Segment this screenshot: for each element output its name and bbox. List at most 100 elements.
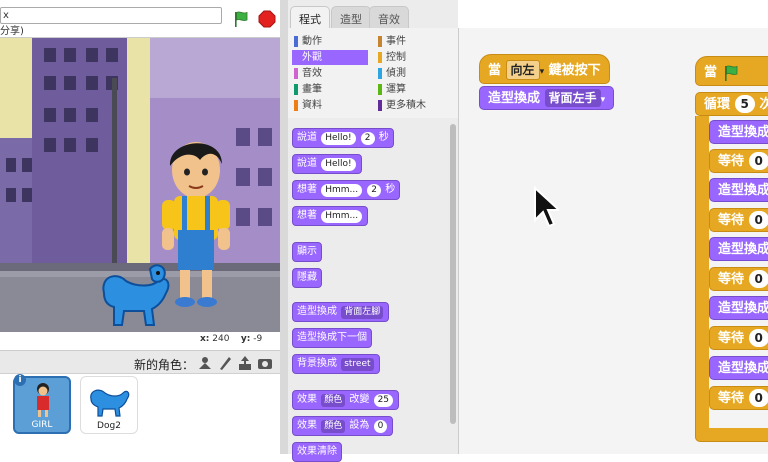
tab-sounds[interactable]: 音效 <box>369 6 409 28</box>
mouse-coordinates: x: 240 y: -9 <box>200 334 262 344</box>
sprite-pane-header: 新的角色： <box>0 350 288 374</box>
block-think-for-secs[interactable]: 想著 Hmm... 2 秒 <box>292 180 401 200</box>
switch-costume-block[interactable]: 造型換成 <box>709 120 768 144</box>
block-text: 造型換成 <box>297 306 337 317</box>
block-say[interactable]: 說道 Hello! <box>292 154 362 174</box>
block-switch-costume[interactable]: 造型換成 背面左腳 <box>292 302 390 322</box>
block-clear-effects[interactable]: 效果清除 <box>292 442 342 462</box>
camera-sprite-icon[interactable] <box>257 355 273 371</box>
block-input[interactable]: Hello! <box>321 158 356 171</box>
category-sensing[interactable]: 偵測 <box>376 66 452 81</box>
switch-costume-block[interactable]: 造型換成 背面左手 ▾ <box>479 86 615 110</box>
wait-seconds-input[interactable]: 0 <box>748 152 768 170</box>
costume-dropdown[interactable]: 背面左手 <box>544 89 601 107</box>
block-set-effect[interactable]: 效果 顏色 設為 0 <box>292 416 394 436</box>
block-text: 造型換成 <box>718 125 768 140</box>
block-say-for-secs[interactable]: 說道 Hello! 2 秒 <box>292 128 394 148</box>
switch-costume-block[interactable]: 造型換成 <box>709 296 768 320</box>
block-input[interactable]: Hmm... <box>321 210 363 223</box>
block-input[interactable]: Hello! <box>321 132 356 145</box>
tab-scripts[interactable]: 程式 <box>290 6 330 28</box>
repeat-body-end <box>695 428 768 442</box>
block-text: 想著 <box>297 210 317 221</box>
sprite-tile-dog2[interactable]: Dog2 <box>80 376 138 434</box>
block-text: 等待 <box>718 391 745 406</box>
category-more-blocks[interactable]: 更多積木 <box>376 98 452 113</box>
block-text: 等待 <box>718 331 745 346</box>
sprite-info-icon[interactable]: i <box>14 374 26 386</box>
block-text: 想著 <box>297 184 317 195</box>
upload-sprite-icon[interactable] <box>237 355 253 371</box>
category-pen[interactable]: 畫筆 <box>292 82 368 97</box>
block-text: 當 <box>488 63 502 78</box>
key-dropdown[interactable]: 向左 <box>505 60 540 80</box>
block-hide[interactable]: 隱藏 <box>292 268 322 288</box>
wait-block[interactable]: 等待 0 <box>709 386 768 410</box>
block-text: 說道 <box>297 158 317 169</box>
project-title-input[interactable]: x <box>0 7 222 24</box>
stop-icon[interactable] <box>258 10 276 28</box>
block-change-effect[interactable]: 效果 顏色 改變 25 <box>292 390 400 410</box>
stage-toolbar: x 分享) <box>0 0 288 38</box>
repeat-count-input[interactable]: 5 <box>734 95 755 113</box>
sprite-name-girl: GIRL <box>31 420 53 430</box>
dog-sprite[interactable] <box>96 263 172 329</box>
block-input[interactable]: 2 <box>367 184 381 197</box>
effect-dropdown[interactable]: 顏色 <box>321 420 346 433</box>
stage-canvas[interactable] <box>0 38 288 332</box>
block-next-costume[interactable]: 造型換成下一個 <box>292 328 372 348</box>
backdrop-dropdown[interactable]: street <box>341 358 374 371</box>
when-key-pressed-hat[interactable]: 當 向左 ▾ 鍵被按下 <box>479 54 610 84</box>
palette-scrollbar[interactable] <box>450 124 456 424</box>
block-switch-backdrop[interactable]: 背景換成 street <box>292 354 380 374</box>
wait-seconds-input[interactable]: 0 <box>748 329 768 347</box>
mouse-cursor-icon <box>534 186 559 228</box>
category-sound[interactable]: 音效 <box>292 66 368 81</box>
green-flag-icon[interactable] <box>232 10 250 28</box>
block-text: 等待 <box>718 272 745 287</box>
block-input[interactable]: 2 <box>360 132 375 145</box>
sprite-name-dog2: Dog2 <box>97 421 121 431</box>
paint-new-sprite-icon[interactable] <box>217 355 233 371</box>
share-text: 分享) <box>0 26 24 37</box>
y-value: -9 <box>253 334 263 344</box>
wait-block[interactable]: 等待 0 <box>709 326 768 350</box>
wait-block[interactable]: 等待 0 <box>709 267 768 291</box>
block-input[interactable]: Hmm... <box>321 184 363 197</box>
choose-sprite-from-library-icon[interactable] <box>197 355 213 371</box>
block-think[interactable]: 想著 Hmm... <box>292 206 369 226</box>
category-data[interactable]: 資料 <box>292 98 368 113</box>
wait-block[interactable]: 等待 0 <box>709 208 768 232</box>
block-text: 效果 <box>297 420 317 431</box>
switch-costume-block[interactable]: 造型換成 <box>709 356 768 380</box>
block-text: 造型換成 <box>718 183 768 198</box>
category-looks[interactable]: 外觀 <box>292 50 368 65</box>
block-text: 次 <box>759 97 768 112</box>
block-input[interactable]: 0 <box>373 420 388 433</box>
repeat-block[interactable]: 循環 5 次 <box>695 92 768 116</box>
wait-seconds-input[interactable]: 0 <box>748 389 768 407</box>
block-text: 造型換成 <box>718 301 768 316</box>
when-flag-clicked-hat[interactable]: 當 <box>695 56 768 86</box>
wait-seconds-input[interactable]: 0 <box>748 270 768 288</box>
category-motion[interactable]: 動作 <box>292 34 368 49</box>
switch-costume-block[interactable]: 造型換成 <box>709 178 768 202</box>
category-operators[interactable]: 運算 <box>376 82 452 97</box>
block-text: 秒 <box>378 132 389 143</box>
tab-costumes[interactable]: 造型 <box>331 6 371 28</box>
category-events[interactable]: 事件 <box>376 34 452 49</box>
block-input[interactable]: 25 <box>373 394 394 407</box>
block-text: 循環 <box>704 97 731 112</box>
block-text: 鍵被按下 <box>548 63 601 78</box>
switch-costume-block[interactable]: 造型換成 <box>709 237 768 261</box>
category-control[interactable]: 控制 <box>376 50 452 65</box>
effect-dropdown[interactable]: 顏色 <box>321 394 346 407</box>
block-text: 當 <box>704 65 718 80</box>
block-text: 設為 <box>349 420 370 431</box>
wait-seconds-input[interactable]: 0 <box>748 211 768 229</box>
costume-dropdown[interactable]: 背面左腳 <box>341 306 384 319</box>
wait-block[interactable]: 等待 0 <box>709 149 768 173</box>
script-area[interactable]: 當 向左 ▾ 鍵被按下 造型換成 背面左手 ▾ 當 循環 5 次 造型換成 等待 0… <box>458 28 768 454</box>
block-text: 造型換成 <box>718 361 768 376</box>
block-show[interactable]: 顯示 <box>292 242 322 262</box>
